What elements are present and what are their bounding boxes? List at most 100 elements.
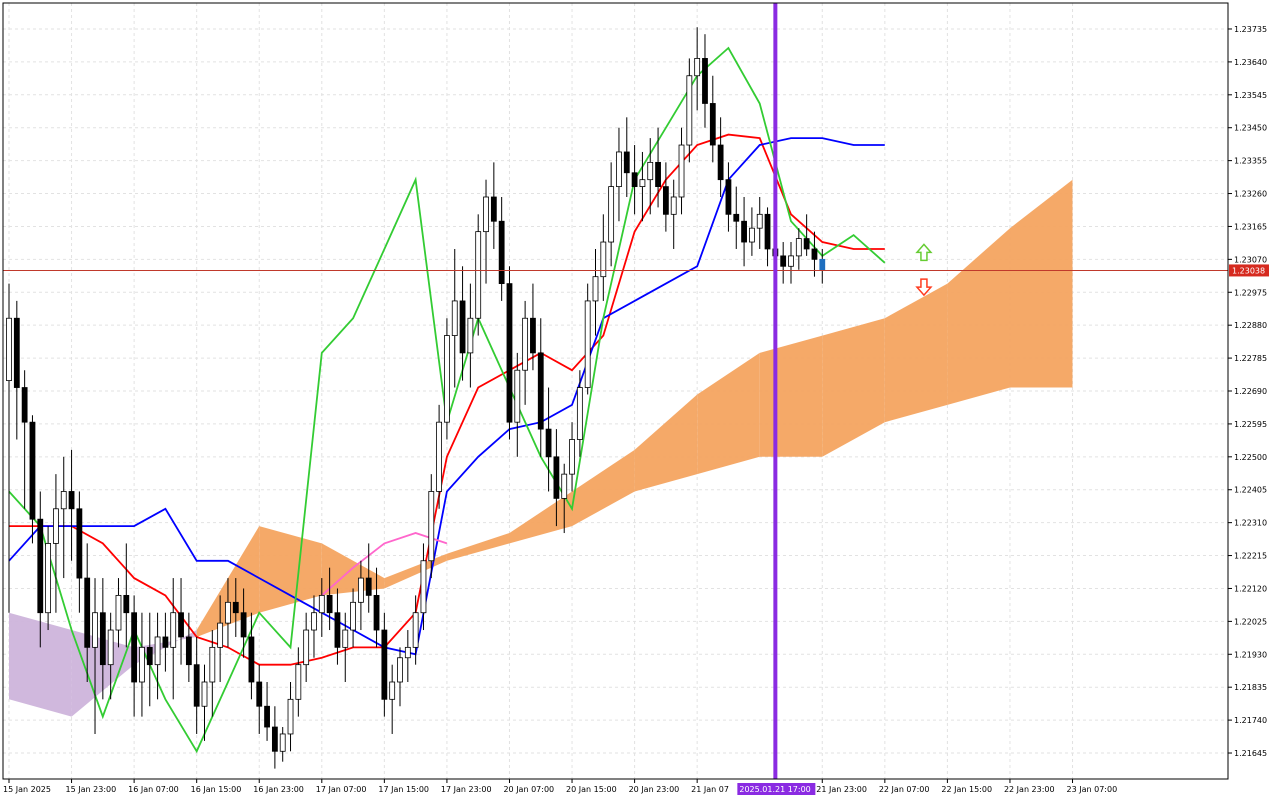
candle-body — [264, 705, 270, 728]
price-tick-label: 1.23260 — [1234, 190, 1267, 199]
candle-body — [569, 439, 575, 475]
candle-body — [334, 612, 341, 648]
candle-body — [709, 103, 716, 146]
candle-body — [303, 629, 310, 666]
candle-body — [600, 241, 607, 278]
candle-body — [29, 421, 36, 520]
candle-body — [764, 213, 771, 250]
candle-body — [45, 543, 51, 614]
candle-body — [678, 144, 685, 198]
price-tick-label: 1.21645 — [1234, 749, 1267, 758]
candle-body — [389, 681, 396, 700]
candle-body — [60, 491, 67, 510]
time-tick-label: 21 Jan 07 — [691, 785, 729, 794]
price-tick-label: 1.22785 — [1234, 354, 1267, 363]
candle-body — [217, 622, 224, 648]
candle-body — [342, 629, 349, 648]
candle-body — [537, 352, 544, 430]
candle-body — [154, 636, 161, 666]
price-tick-label: 1.23545 — [1234, 91, 1267, 100]
candle-body — [803, 238, 810, 250]
candle-body — [37, 518, 44, 614]
candle-body — [350, 601, 356, 631]
time-tick-label: 15 Jan 23:00 — [66, 785, 117, 794]
candle-body — [530, 317, 536, 354]
candle-body — [428, 491, 435, 562]
candle-body — [631, 172, 638, 188]
candle-body — [107, 629, 114, 666]
candle-body — [84, 577, 91, 648]
candle-body — [490, 196, 497, 222]
time-tick-label: 20 Jan 15:00 — [566, 785, 617, 794]
candle-body — [514, 369, 521, 423]
candle-body — [146, 646, 153, 666]
candle-body — [506, 283, 513, 423]
candle-body — [459, 300, 466, 354]
candle-body — [811, 248, 818, 260]
candle-body — [209, 646, 216, 683]
time-tick-label: 16 Jan 23:00 — [253, 785, 304, 794]
candle-body — [756, 213, 763, 229]
price-tick-label: 1.21740 — [1234, 716, 1267, 725]
candle-body — [655, 161, 661, 188]
candle-body — [623, 151, 630, 174]
candle-body — [444, 335, 450, 423]
candle-body — [381, 629, 388, 700]
price-tick-label: 1.23450 — [1234, 124, 1267, 133]
candle-body — [451, 300, 458, 336]
candle-body — [225, 601, 231, 624]
time-tick-label: 15 Jan 2025 — [3, 785, 51, 794]
candle-body — [608, 186, 615, 243]
time-tick-label: 20 Jan 23:00 — [629, 785, 680, 794]
time-tick-label: 17 Jan 07:00 — [316, 785, 367, 794]
candle-body — [311, 612, 317, 631]
candle-body — [733, 213, 740, 222]
price-tick-label: 1.23640 — [1234, 58, 1267, 67]
time-tick-label: 17 Jan 15:00 — [378, 785, 429, 794]
candle-body — [670, 196, 677, 215]
candle-body — [592, 276, 599, 302]
candle-body — [115, 594, 122, 631]
candle-body — [420, 560, 427, 614]
time-tick-label: 20 Jan 07:00 — [503, 785, 554, 794]
time-tick-label: 21 Jan 23:00 — [816, 785, 867, 794]
price-tick-label: 1.23165 — [1234, 222, 1267, 231]
price-chart[interactable]: 1.23735 1.23640 1.23545 1.23450 1.23355 1.232… — [0, 0, 1280, 800]
price-tick-label: 1.23070 — [1234, 255, 1267, 264]
candle-body — [76, 508, 83, 579]
candle-body — [139, 646, 145, 683]
chart-window[interactable]: 1.23735 1.23640 1.23545 1.23450 1.23355 1.232… — [0, 0, 1280, 800]
candle-body — [483, 196, 489, 233]
candle-body — [576, 387, 583, 440]
candle-body — [717, 144, 724, 181]
current-price-tag: 1.23038 — [1229, 264, 1269, 277]
candle — [475, 214, 482, 336]
candle-body — [365, 577, 372, 596]
candle-body — [357, 577, 364, 603]
price-tick-label: 1.22595 — [1234, 420, 1267, 429]
candle-body — [53, 508, 59, 544]
candle-body — [584, 300, 591, 388]
time-tick-label: 16 Jan 07:00 — [128, 785, 179, 794]
candle-body — [662, 186, 669, 215]
price-tick-label: 1.21835 — [1234, 683, 1267, 692]
candle-body — [795, 238, 802, 257]
candle-body — [694, 58, 701, 77]
candle — [506, 266, 513, 440]
cursor-time-label: 2025.01.21 17:00 — [739, 785, 810, 794]
candle-body — [436, 421, 443, 492]
candle-body — [412, 612, 419, 648]
price-tick-label: 1.22405 — [1234, 486, 1267, 495]
candle-body — [780, 255, 787, 267]
candle-body — [6, 317, 12, 382]
price-tick-label: 1.22975 — [1234, 288, 1267, 297]
price-tick-label: 1.22120 — [1234, 584, 1267, 593]
candle-body — [123, 594, 130, 614]
candle — [444, 318, 450, 440]
price-tick-label: 1.23735 — [1234, 25, 1267, 34]
candle-body — [553, 456, 560, 499]
price-tick-label: 1.22880 — [1234, 321, 1267, 330]
candle-body — [749, 227, 755, 243]
candle-body — [561, 473, 568, 499]
cursor-time-tag: 2025.01.21 17:00 — [737, 783, 816, 795]
